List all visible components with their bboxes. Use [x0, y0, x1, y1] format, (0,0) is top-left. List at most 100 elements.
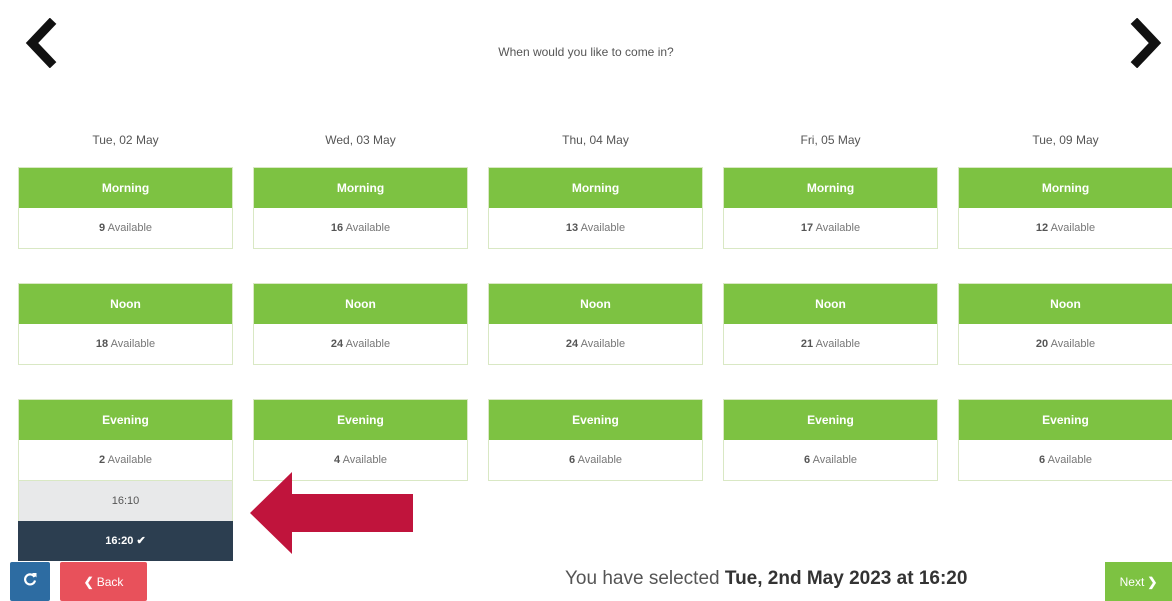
slot-suffix: Available — [1047, 454, 1093, 466]
evening-slot[interactable]: Evening 6 Available — [488, 399, 703, 481]
morning-slot[interactable]: Morning 16 Available — [253, 167, 468, 249]
slot-availability: 18 Available — [19, 324, 232, 364]
slot-availability: 17 Available — [724, 208, 937, 248]
summary-value: Tue, 2nd May 2023 at 16:20 — [724, 568, 968, 589]
slot-label: Morning — [724, 168, 937, 208]
slot-label: Evening — [19, 400, 232, 440]
back-button[interactable]: ❮ Back — [60, 562, 147, 601]
slot-count: 24 — [565, 338, 579, 350]
slot-availability: 6 Available — [489, 440, 702, 480]
slot-count: 12 — [1035, 222, 1049, 234]
noon-slot[interactable]: Noon 21 Available — [723, 283, 938, 365]
slot-suffix: Available — [812, 454, 858, 466]
slot-label: Morning — [489, 168, 702, 208]
back-label: Back — [96, 574, 124, 589]
summary-prefix: You have selected — [565, 568, 720, 589]
slot-availability: 21 Available — [724, 324, 937, 364]
slot-count: 2 — [98, 454, 106, 466]
slot-count: 20 — [1035, 338, 1049, 350]
slot-label: Evening — [724, 400, 937, 440]
slot-suffix: Available — [107, 222, 153, 234]
refresh-icon — [23, 572, 37, 591]
slot-suffix: Available — [345, 338, 391, 350]
slot-count: 18 — [95, 338, 109, 350]
day-date: Tue, 02 May — [92, 133, 159, 147]
slot-availability: 6 Available — [959, 440, 1172, 480]
morning-slot[interactable]: Morning 12 Available — [958, 167, 1172, 249]
time-label: 16:20 — [105, 535, 134, 547]
slot-label: Noon — [724, 284, 937, 324]
slot-suffix: Available — [580, 222, 626, 234]
slot-count: 13 — [565, 222, 579, 234]
slot-suffix: Available — [1050, 338, 1096, 350]
slot-label: Noon — [254, 284, 467, 324]
morning-slot[interactable]: Morning 17 Available — [723, 167, 938, 249]
slot-label: Evening — [959, 400, 1172, 440]
noon-slot[interactable]: Noon 24 Available — [488, 283, 703, 365]
chevron-left-icon[interactable] — [22, 17, 62, 69]
day-date: Tue, 09 May — [1032, 133, 1099, 147]
page-title: When would you like to come in? — [498, 45, 674, 59]
noon-slot[interactable]: Noon 18 Available — [18, 283, 233, 365]
slot-suffix: Available — [110, 338, 156, 350]
day-column: Thu, 04 May Morning 13 Available Noon 24… — [488, 130, 703, 481]
next-label: Next — [1119, 574, 1145, 589]
noon-slot[interactable]: Noon 24 Available — [253, 283, 468, 365]
slot-availability: 6 Available — [724, 440, 937, 480]
morning-slot[interactable]: Morning 9 Available — [18, 167, 233, 249]
check-icon: ✔ — [136, 535, 146, 547]
time-option-selected[interactable]: 16:20 ✔ — [18, 521, 233, 561]
slot-count: 6 — [1038, 454, 1046, 466]
slot-count: 4 — [333, 454, 341, 466]
slot-label: Noon — [959, 284, 1172, 324]
slot-availability: 12 Available — [959, 208, 1172, 248]
day-column: Wed, 03 May Morning 16 Available Noon 24… — [253, 130, 468, 481]
slot-availability: 24 Available — [489, 324, 702, 364]
evening-slot[interactable]: Evening 6 Available — [958, 399, 1172, 481]
slot-suffix: Available — [1050, 222, 1096, 234]
next-button[interactable]: Next ❯ — [1105, 562, 1172, 601]
slot-count: 16 — [330, 222, 344, 234]
noon-slot[interactable]: Noon 20 Available — [958, 283, 1172, 365]
slot-availability: 16 Available — [254, 208, 467, 248]
slot-availability: 24 Available — [254, 324, 467, 364]
slot-label: Morning — [19, 168, 232, 208]
day-column: Fri, 05 May Morning 17 Available Noon 21… — [723, 130, 938, 481]
slot-label: Noon — [489, 284, 702, 324]
slot-count: 9 — [98, 222, 106, 234]
slot-count: 17 — [800, 222, 814, 234]
day-column: Tue, 02 May Morning 9 Available Noon 18 … — [18, 130, 233, 561]
evening-slot[interactable]: Evening 4 Available — [253, 399, 468, 481]
slot-suffix: Available — [345, 222, 391, 234]
slot-label: Morning — [959, 168, 1172, 208]
slot-label: Morning — [254, 168, 467, 208]
slot-availability: 9 Available — [19, 208, 232, 248]
slot-availability: 13 Available — [489, 208, 702, 248]
slot-label: Noon — [19, 284, 232, 324]
evening-slot[interactable]: Evening 6 Available — [723, 399, 938, 481]
time-option[interactable]: 16:10 — [18, 481, 233, 521]
slot-count: 21 — [800, 338, 814, 350]
slot-count: 24 — [330, 338, 344, 350]
slot-count: 6 — [803, 454, 811, 466]
slot-count: 6 — [568, 454, 576, 466]
chevron-left-icon: ❮ — [83, 574, 94, 589]
slot-suffix: Available — [815, 338, 861, 350]
arrow-left-icon — [250, 472, 415, 559]
slot-suffix: Available — [107, 454, 153, 466]
selection-summary: You have selected Tue, 2nd May 2023 at 1… — [565, 568, 967, 590]
day-column: Tue, 09 May Morning 12 Available Noon 20… — [958, 130, 1172, 481]
chevron-right-icon: ❯ — [1147, 574, 1158, 589]
day-date: Fri, 05 May — [800, 133, 861, 147]
day-date: Thu, 04 May — [562, 133, 629, 147]
slot-suffix: Available — [580, 338, 626, 350]
slot-availability: 2 Available — [19, 440, 232, 480]
day-date: Wed, 03 May — [325, 133, 396, 147]
morning-slot[interactable]: Morning 13 Available — [488, 167, 703, 249]
slot-label: Evening — [254, 400, 467, 440]
chevron-right-icon[interactable] — [1125, 17, 1165, 69]
slot-availability: 20 Available — [959, 324, 1172, 364]
slot-suffix: Available — [342, 454, 388, 466]
refresh-button[interactable] — [10, 562, 50, 601]
evening-slot[interactable]: Evening 2 Available — [18, 399, 233, 481]
